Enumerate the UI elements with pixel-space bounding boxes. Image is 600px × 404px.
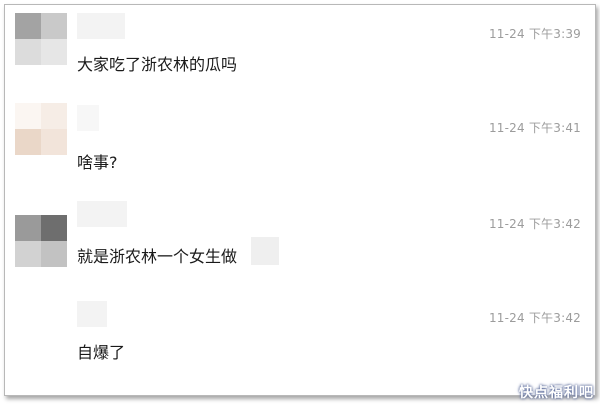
message-text: 就是浙农林一个女生做 — [77, 247, 238, 266]
message-timestamp: 11-24 下午3:42 — [488, 217, 581, 231]
chat-message: 11-24 下午3:42 就是浙农林一个女生做 — [5, 187, 595, 277]
avatar-pixel — [41, 13, 67, 39]
chat-message: 11-24 下午3:41 啥事? — [5, 97, 595, 187]
avatar-pixel — [15, 39, 41, 65]
avatar-pixel — [41, 129, 67, 155]
avatar[interactable] — [15, 13, 67, 65]
blurred-text — [251, 237, 279, 265]
message-timestamp: 11-24 下午3:42 — [488, 311, 581, 325]
avatar-pixel — [15, 215, 41, 241]
chat-message: 11-24 下午3:39 大家吃了浙农林的瓜吗 — [5, 5, 595, 95]
avatar-pixel — [41, 39, 67, 65]
avatar-pixel — [15, 129, 41, 155]
avatar-pixel — [41, 215, 67, 241]
avatar[interactable] — [15, 103, 67, 155]
avatar-pixel — [15, 13, 41, 39]
avatar-pixel — [15, 103, 41, 129]
sender-name-blurred — [77, 201, 127, 227]
message-timestamp: 11-24 下午3:39 — [488, 27, 581, 41]
avatar-pixel — [41, 103, 67, 129]
avatar[interactable] — [15, 215, 67, 267]
message-text: 自爆了 — [77, 343, 126, 362]
chat-window: 11-24 下午3:39 大家吃了浙农林的瓜吗 11-24 下午3:41 啥事?… — [4, 4, 596, 396]
watermark: 快点福利吧 — [519, 385, 594, 401]
message-text: 大家吃了浙农林的瓜吗 — [77, 55, 238, 74]
sender-name-blurred — [77, 105, 99, 131]
avatar-pixel — [41, 241, 67, 267]
message-text: 啥事? — [77, 153, 118, 172]
chat-message: 11-24 下午3:42 自爆了 — [5, 283, 595, 373]
avatar-pixel — [15, 241, 41, 267]
sender-name-blurred — [77, 301, 107, 327]
sender-name-blurred — [77, 13, 125, 39]
message-timestamp: 11-24 下午3:41 — [488, 121, 581, 135]
